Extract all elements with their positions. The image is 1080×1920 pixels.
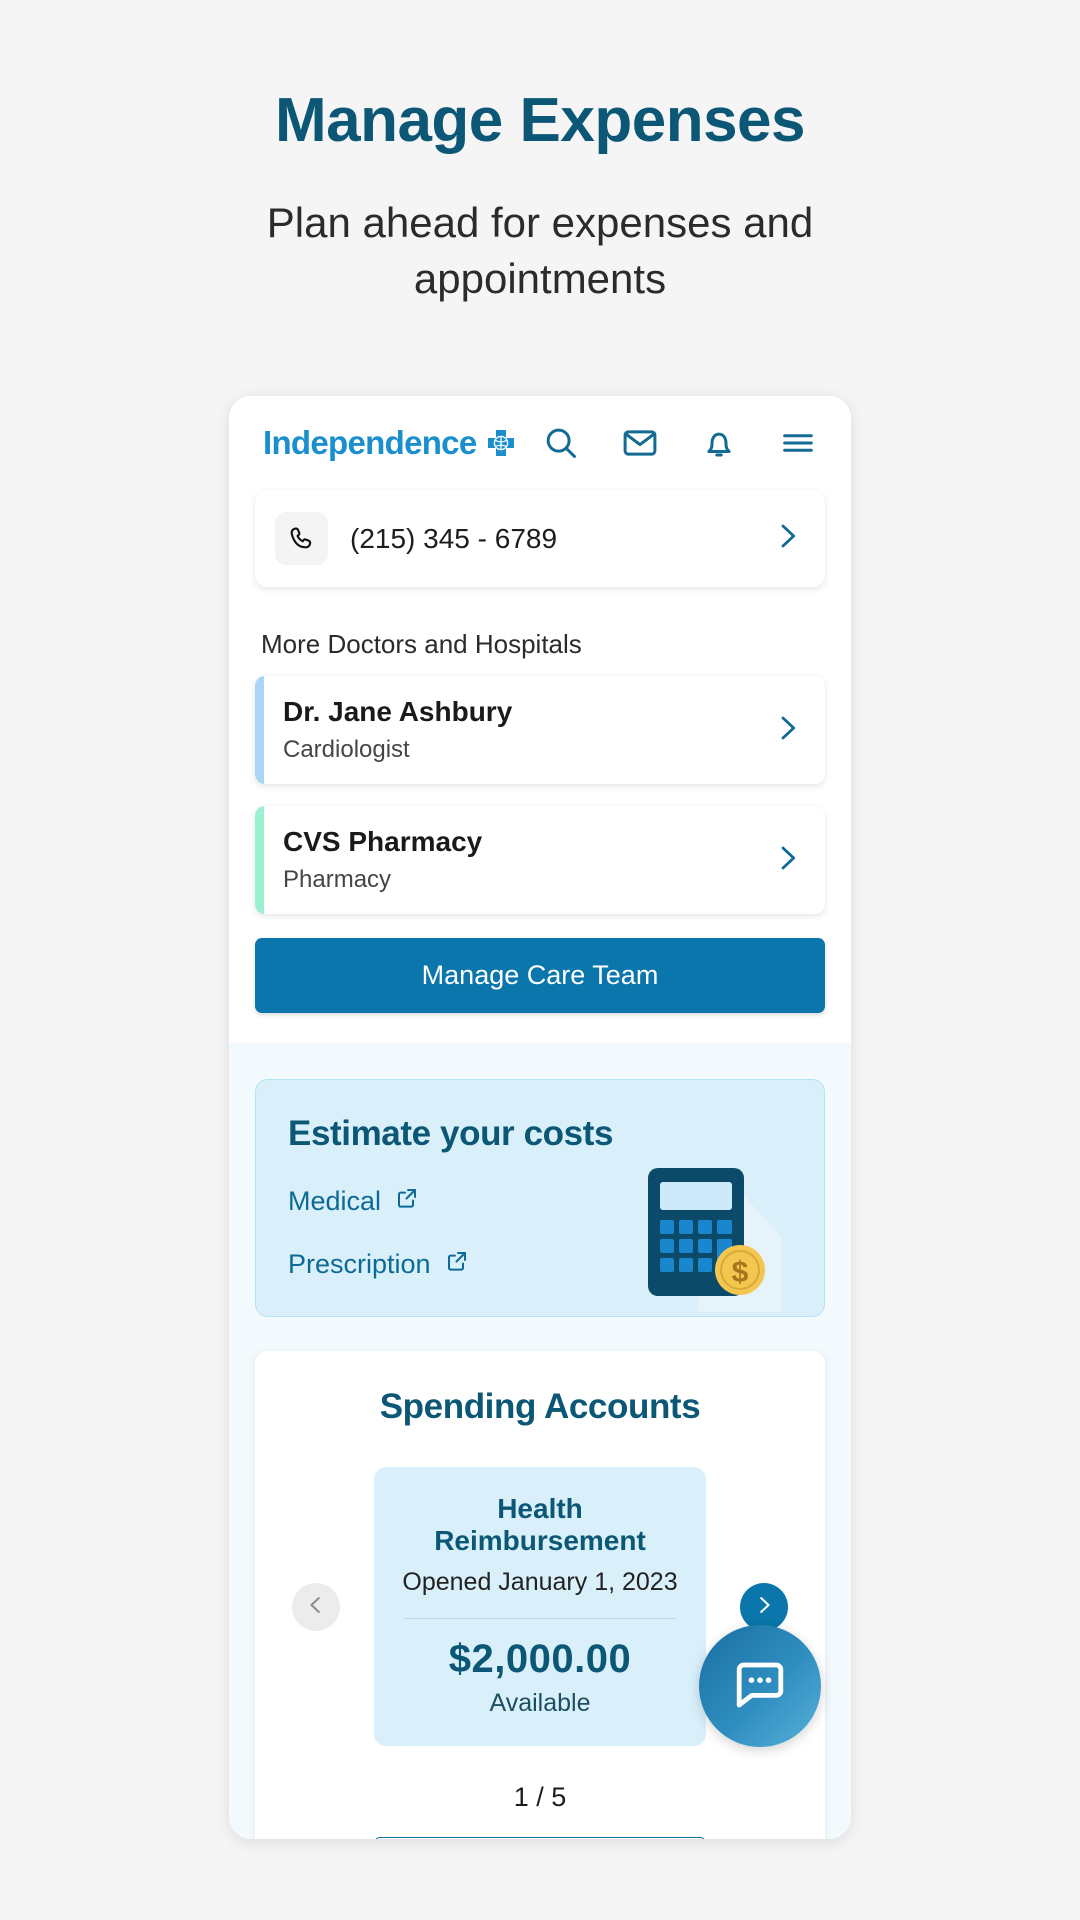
carousel-pager: 1 / 5 [513,1782,567,1812]
account-name: Health Reimbursement [434,1493,646,1556]
contact-phone-row[interactable]: (215) 345 - 6789 [255,490,825,587]
spending-accounts-card: Spending Accounts Health Reimbursement O… [255,1351,825,1839]
provider-specialty: Pharmacy [283,866,392,893]
spending-account-card[interactable]: Health Reimbursement Opened January 1, 2… [374,1467,706,1746]
estimate-link-label: Prescription [288,1249,431,1279]
account-amount-label: Available [489,1689,591,1717]
app-header: Independence [229,396,851,490]
manage-care-team-button[interactable]: Manage Care Team [255,938,825,1013]
search-icon[interactable] [542,424,580,462]
brand-logo-text: Independence [263,424,477,461]
carousel-prev-button[interactable] [292,1582,340,1631]
account-amount: $2,000.00 [448,1637,632,1681]
divider [404,1618,676,1619]
phone-mockup: Independence (215) 345 - 6789 More Docto… [229,396,851,1839]
carousel-next-button[interactable] [740,1582,788,1631]
chevron-right-icon[interactable] [771,520,803,557]
svg-text:$: $ [732,1256,749,1289]
page-title: Manage Expenses [274,86,806,155]
chat-fab-button[interactable] [699,1625,821,1747]
account-opened-date: Opened January 1, 2023 [402,1568,678,1596]
hamburger-menu-icon[interactable] [779,424,817,462]
envelope-icon[interactable] [621,424,659,462]
phone-icon [275,512,328,565]
calculator-with-dollar-coin-icon: $ [632,1152,782,1312]
chevron-right-icon [753,1594,775,1619]
care-team-section: (215) 345 - 6789 More Doctors and Hospit… [229,490,851,1043]
external-link-icon [445,1249,469,1280]
promo-header: Manage Expenses Plan ahead for expenses … [0,0,1080,306]
page-subtitle: Plan ahead for expenses and appointments [266,199,814,302]
provider-name: Dr. Jane Ashbury [283,696,513,727]
estimate-band: Estimate your costs Medical Prescription [229,1043,851,1351]
chevron-right-icon[interactable] [771,842,803,879]
manage-accounts-cards-button[interactable]: Manage Accounts & Cards [374,1837,706,1839]
spending-accounts-title: Spending Accounts [379,1387,701,1426]
contact-phone-number: (215) 345 - 6789 [350,522,558,554]
provider-specialty: Cardiologist [283,736,410,763]
providers-section-label: More Doctors and Hospitals [261,629,582,659]
provider-name: CVS Pharmacy [283,826,483,857]
chevron-left-icon [305,1594,327,1619]
bell-icon[interactable] [700,424,738,462]
blue-cross-shield-icon [485,427,517,459]
estimate-link-label: Medical [288,1186,382,1216]
estimate-costs-card: Estimate your costs Medical Prescription [255,1079,825,1317]
spending-band: Spending Accounts Health Reimbursement O… [229,1351,851,1839]
provider-row-doctor[interactable]: Dr. Jane Ashbury Cardiologist [255,676,825,784]
provider-row-pharmacy[interactable]: CVS Pharmacy Pharmacy [255,806,825,914]
chevron-right-icon[interactable] [771,712,803,749]
chat-bubble-icon [728,1653,792,1720]
estimate-title: Estimate your costs [288,1114,614,1153]
brand-logo[interactable]: Independence [263,424,517,462]
app-header-icons [542,424,817,462]
external-link-icon [395,1186,419,1217]
page-root: Manage Expenses Plan ahead for expenses … [0,0,1080,1920]
